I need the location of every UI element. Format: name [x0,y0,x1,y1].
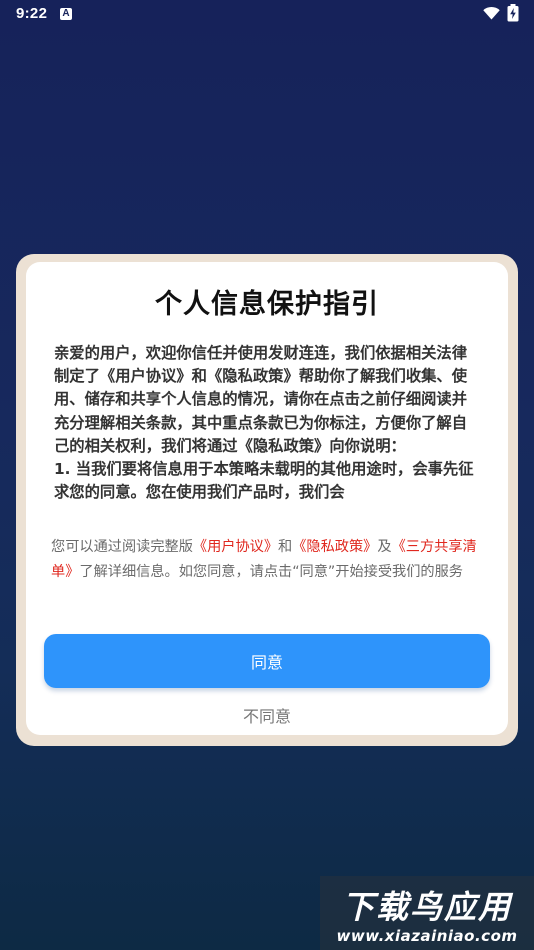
privacy-policy-link[interactable]: 《隐私政策》 [292,539,377,555]
policy-text-scroll[interactable]: 亲爱的用户，欢迎你信任并使用发财连连，我们依据相关法律制定了《用户协议》和《隐私… [54,342,480,525]
watermark: 下载鸟应用 www.xiazainiao.com [320,876,534,950]
status-bar: 9:22 A [0,0,534,28]
notice-and: 及 [377,539,392,555]
dialog-title: 个人信息保护指引 [155,289,379,320]
disagree-button[interactable]: 不同意 [167,700,367,730]
wifi-icon [483,6,500,20]
watermark-logo: 下载鸟应用 [341,888,512,926]
watermark-url: www.xiazainiao.com [336,927,518,945]
privacy-dialog: 个人信息保护指引 亲爱的用户，欢迎你信任并使用发财连连，我们依据相关法律制定了《… [26,262,508,735]
notice-and: 和 [278,539,293,555]
consent-notice: 您可以通过阅读完整版《用户协议》和《隐私政策》及《三方共享清单》了解详细信息。如… [51,535,483,585]
policy-paragraph: 1. 当我们要将信息用于本策略未载明的其他用途时，会事先征求您的同意。您在使用我… [54,460,474,502]
battery-charging-icon [507,4,519,22]
policy-paragraph: 亲爱的用户，欢迎你信任并使用发财连连，我们依据相关法律制定了《用户协议》和《隐私… [54,344,468,455]
status-time: 9:22 [16,5,48,22]
notice-suffix: 了解详细信息。如您同意，请点击“同意”开始接受我们的服务 [79,564,463,580]
user-agreement-link[interactable]: 《用户协议》 [193,539,278,555]
agree-button[interactable]: 同意 [44,634,490,688]
notice-prefix: 您可以通过阅读完整版 [51,539,193,555]
notification-icon: A [60,8,72,20]
